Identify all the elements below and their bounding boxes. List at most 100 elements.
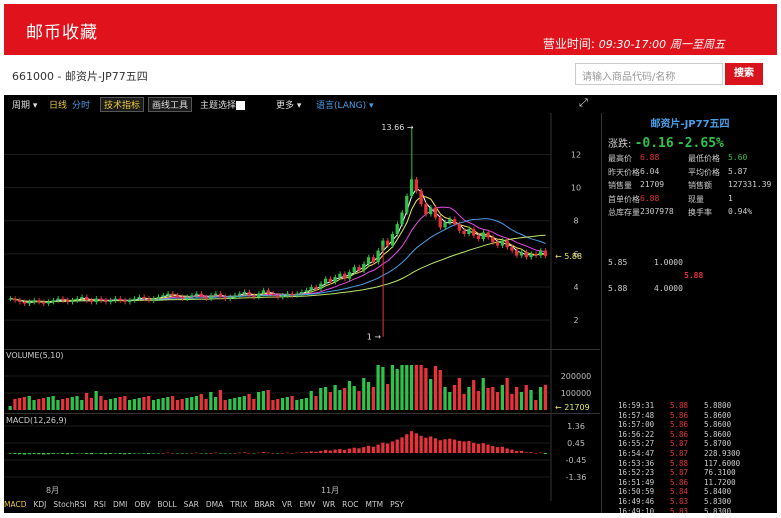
panel-divider: [4, 413, 600, 414]
quote-key: 最低价格: [688, 154, 720, 163]
macd-bar: [276, 453, 280, 454]
trading-terminal: 周期 ▾ 日线 分时 技术指标 画线工具 主题选择 更多 ▾ 语言(LANG) …: [4, 95, 777, 513]
candle-body: [266, 290, 270, 294]
indicator-tab-brar[interactable]: BRAR: [254, 500, 274, 509]
quote-key: 销售额: [688, 181, 712, 190]
macd-bar: [405, 434, 409, 453]
quote-value: 6.88: [640, 193, 660, 203]
macd-bar: [500, 446, 504, 453]
indicator-tab-macd[interactable]: MACD: [4, 500, 26, 509]
tick-row: 16:59:31 5.88 5.8800: [608, 401, 768, 411]
volume-bar: [510, 394, 514, 410]
macd-bar: [429, 436, 433, 453]
change-row: 涨跌: -0.16 -2.65%: [608, 135, 724, 151]
macd-bar: [242, 452, 246, 453]
indicator-tab-rsi[interactable]: RSI: [94, 500, 106, 509]
indicator-tab-trix[interactable]: TRIX: [230, 500, 247, 509]
panel-divider: [4, 349, 600, 350]
period-menu[interactable]: 周期 ▾: [12, 98, 37, 111]
macd-bar: [51, 453, 55, 454]
tick-row: 16:49:10 5.83 5.8300: [608, 507, 768, 513]
volume-bar: [534, 400, 538, 410]
indicators-button[interactable]: 技术指标: [100, 97, 145, 112]
macd-bar: [223, 453, 227, 454]
volume-bar: [338, 390, 342, 410]
candle-body: [8, 298, 12, 300]
candle-body: [237, 293, 242, 296]
candle-body: [495, 242, 500, 246]
macd-bar: [8, 453, 12, 454]
tick-volume: 11.7200: [704, 477, 736, 487]
candle-body: [70, 300, 74, 302]
macd-bar: [376, 444, 380, 453]
tick-time: 16:49:46: [618, 496, 655, 506]
indicator-tab-sar[interactable]: SAR: [184, 500, 199, 509]
indicator-tab-vr[interactable]: VR: [282, 500, 292, 509]
candle-body: [472, 229, 476, 236]
volume-bar: [276, 399, 280, 410]
macd-bar: [538, 452, 543, 454]
candle-body: [75, 298, 79, 301]
tick-time: 16:49:10: [618, 506, 655, 513]
kline-chart[interactable]: 2468101213.66 →1 →← 5.88200000100000← 21…: [4, 113, 601, 501]
x-axis-label: 8月: [46, 486, 59, 495]
candle-body: [395, 224, 399, 234]
macd-bar: [46, 453, 51, 455]
quote-key: 现量: [688, 194, 704, 204]
quote-value: 5.60: [728, 153, 748, 162]
indicator-tab-mtm[interactable]: MTM: [366, 500, 384, 509]
candle-body: [414, 179, 418, 191]
candle-body: [505, 240, 509, 248]
language-menu[interactable]: 语言(LANG) ▾: [316, 98, 374, 111]
candle-body: [166, 293, 170, 296]
candle-body: [328, 278, 332, 283]
indicator-tab-obv[interactable]: OBV: [134, 500, 150, 509]
quote-value: 1: [728, 193, 733, 203]
macd-bar: [357, 448, 361, 453]
tick-time: 16:53:36: [618, 458, 655, 468]
expand-icon[interactable]: ⤢: [579, 96, 588, 110]
indicator-tab-stochrsi[interactable]: StochRSI: [53, 500, 86, 509]
macd-bar: [505, 448, 509, 453]
volume-bar: [22, 397, 27, 410]
timeshare-tab[interactable]: 分时: [72, 98, 90, 111]
macd-bar: [343, 449, 347, 453]
price-tick-label: 8: [573, 217, 578, 226]
macd-bar: [433, 438, 438, 453]
volume-bar: [309, 391, 313, 410]
volume-bar: [323, 387, 328, 410]
more-menu[interactable]: 更多 ▾: [276, 98, 301, 111]
candle-body: [223, 296, 227, 299]
quote-row: 销售量 21709 销售额 127331.39: [608, 180, 774, 194]
macd-bar: [300, 452, 304, 453]
volume-bar: [156, 399, 160, 410]
indicator-tab-dma[interactable]: DMA: [206, 500, 223, 509]
macd-bar: [228, 453, 232, 454]
macd-bar: [199, 453, 203, 454]
macd-bar: [309, 451, 313, 453]
indicator-tab-wr[interactable]: WR: [323, 500, 336, 509]
tick-time: 16:51:49: [618, 477, 655, 487]
indicator-tab-psy[interactable]: PSY: [390, 500, 404, 509]
quote-row: 昨天价格 6.04 平均价格 5.87: [608, 167, 774, 181]
volume-bar: [304, 398, 309, 410]
price-tick-label: 10: [571, 184, 581, 193]
draw-tools-button[interactable]: 画线工具: [148, 97, 193, 112]
indicator-tab-kdj[interactable]: KDJ: [33, 500, 46, 509]
volume-bar: [481, 378, 485, 410]
macd-bar: [457, 440, 461, 453]
volume-bar: [295, 400, 299, 410]
search-input[interactable]: 请输入商品代码/名称: [575, 63, 723, 85]
candle-body: [319, 283, 323, 289]
indicator-tab-dmi[interactable]: DMI: [113, 500, 127, 509]
theme-selector[interactable]: 主题选择: [200, 98, 246, 111]
daily-tab[interactable]: 日线: [49, 98, 67, 111]
search-button[interactable]: 搜索: [725, 63, 763, 85]
quote-key: 昨天价格: [608, 167, 640, 177]
volume-bar: [161, 398, 165, 410]
indicator-tab-emv[interactable]: EMV: [299, 500, 315, 509]
light-theme-swatch[interactable]: [236, 101, 246, 110]
indicator-tab-roc[interactable]: ROC: [342, 500, 358, 509]
volume-bar: [123, 396, 127, 410]
indicator-tab-boll[interactable]: BOLL: [157, 500, 176, 509]
